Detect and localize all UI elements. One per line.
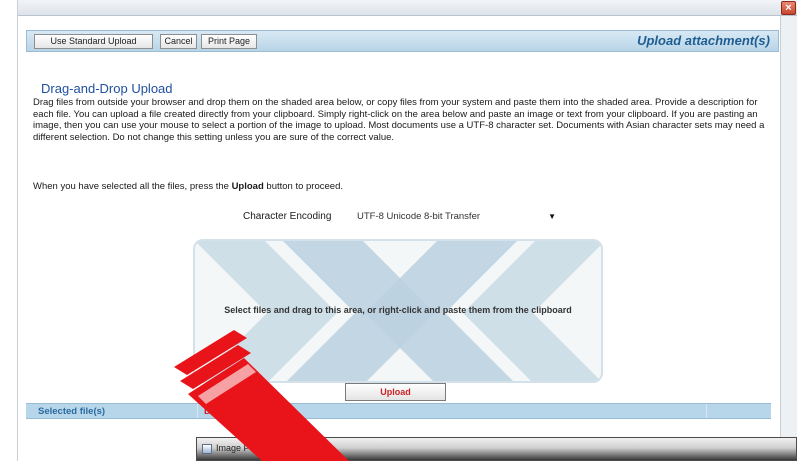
column-divider bbox=[197, 404, 198, 418]
instructions-text: Drag files from outside your browser and… bbox=[33, 97, 765, 143]
character-encoding-value: UTF-8 Unicode 8-bit Transfer bbox=[357, 211, 481, 222]
character-encoding-select[interactable]: UTF-8 Unicode 8-bit Transfer ▼ bbox=[350, 207, 562, 226]
cancel-button[interactable]: Cancel bbox=[160, 34, 197, 49]
window-left-border bbox=[0, 0, 18, 461]
toolbar: Use Standard Upload Cancel Print Page Up… bbox=[26, 30, 779, 52]
chevron-down-icon: ▼ bbox=[548, 212, 556, 221]
drop-zone-text: Select files and drag to this area, or r… bbox=[224, 305, 572, 315]
column-divider bbox=[706, 404, 707, 418]
image-popup-window[interactable]: Image P bbox=[196, 437, 797, 461]
selected-files-column: Selected file(s) bbox=[38, 406, 106, 417]
upload-button[interactable]: Upload bbox=[345, 383, 446, 401]
proceed-prefix: When you have selected all the files, pr… bbox=[33, 181, 232, 192]
character-encoding-label: Character Encoding bbox=[243, 211, 332, 222]
window-title-bar: × bbox=[18, 0, 797, 16]
section-heading: Drag-and-Drop Upload bbox=[41, 81, 173, 96]
page-title: Upload attachment(s) bbox=[637, 33, 770, 48]
print-page-button[interactable]: Print Page bbox=[201, 34, 257, 49]
drop-zone[interactable]: Select files and drag to this area, or r… bbox=[193, 239, 603, 383]
proceed-upload-word: Upload bbox=[231, 181, 264, 192]
selected-files-header: Selected file(s) Des bbox=[26, 403, 771, 419]
close-icon[interactable]: × bbox=[781, 1, 796, 15]
proceed-suffix: button to proceed. bbox=[263, 181, 343, 192]
description-column: Des bbox=[204, 406, 222, 417]
use-standard-upload-button[interactable]: Use Standard Upload bbox=[34, 34, 153, 49]
proceed-instruction: When you have selected all the files, pr… bbox=[33, 181, 343, 192]
popup-title: Image P bbox=[216, 443, 250, 453]
vertical-scrollbar[interactable] bbox=[780, 16, 797, 461]
image-window-icon bbox=[202, 444, 212, 454]
